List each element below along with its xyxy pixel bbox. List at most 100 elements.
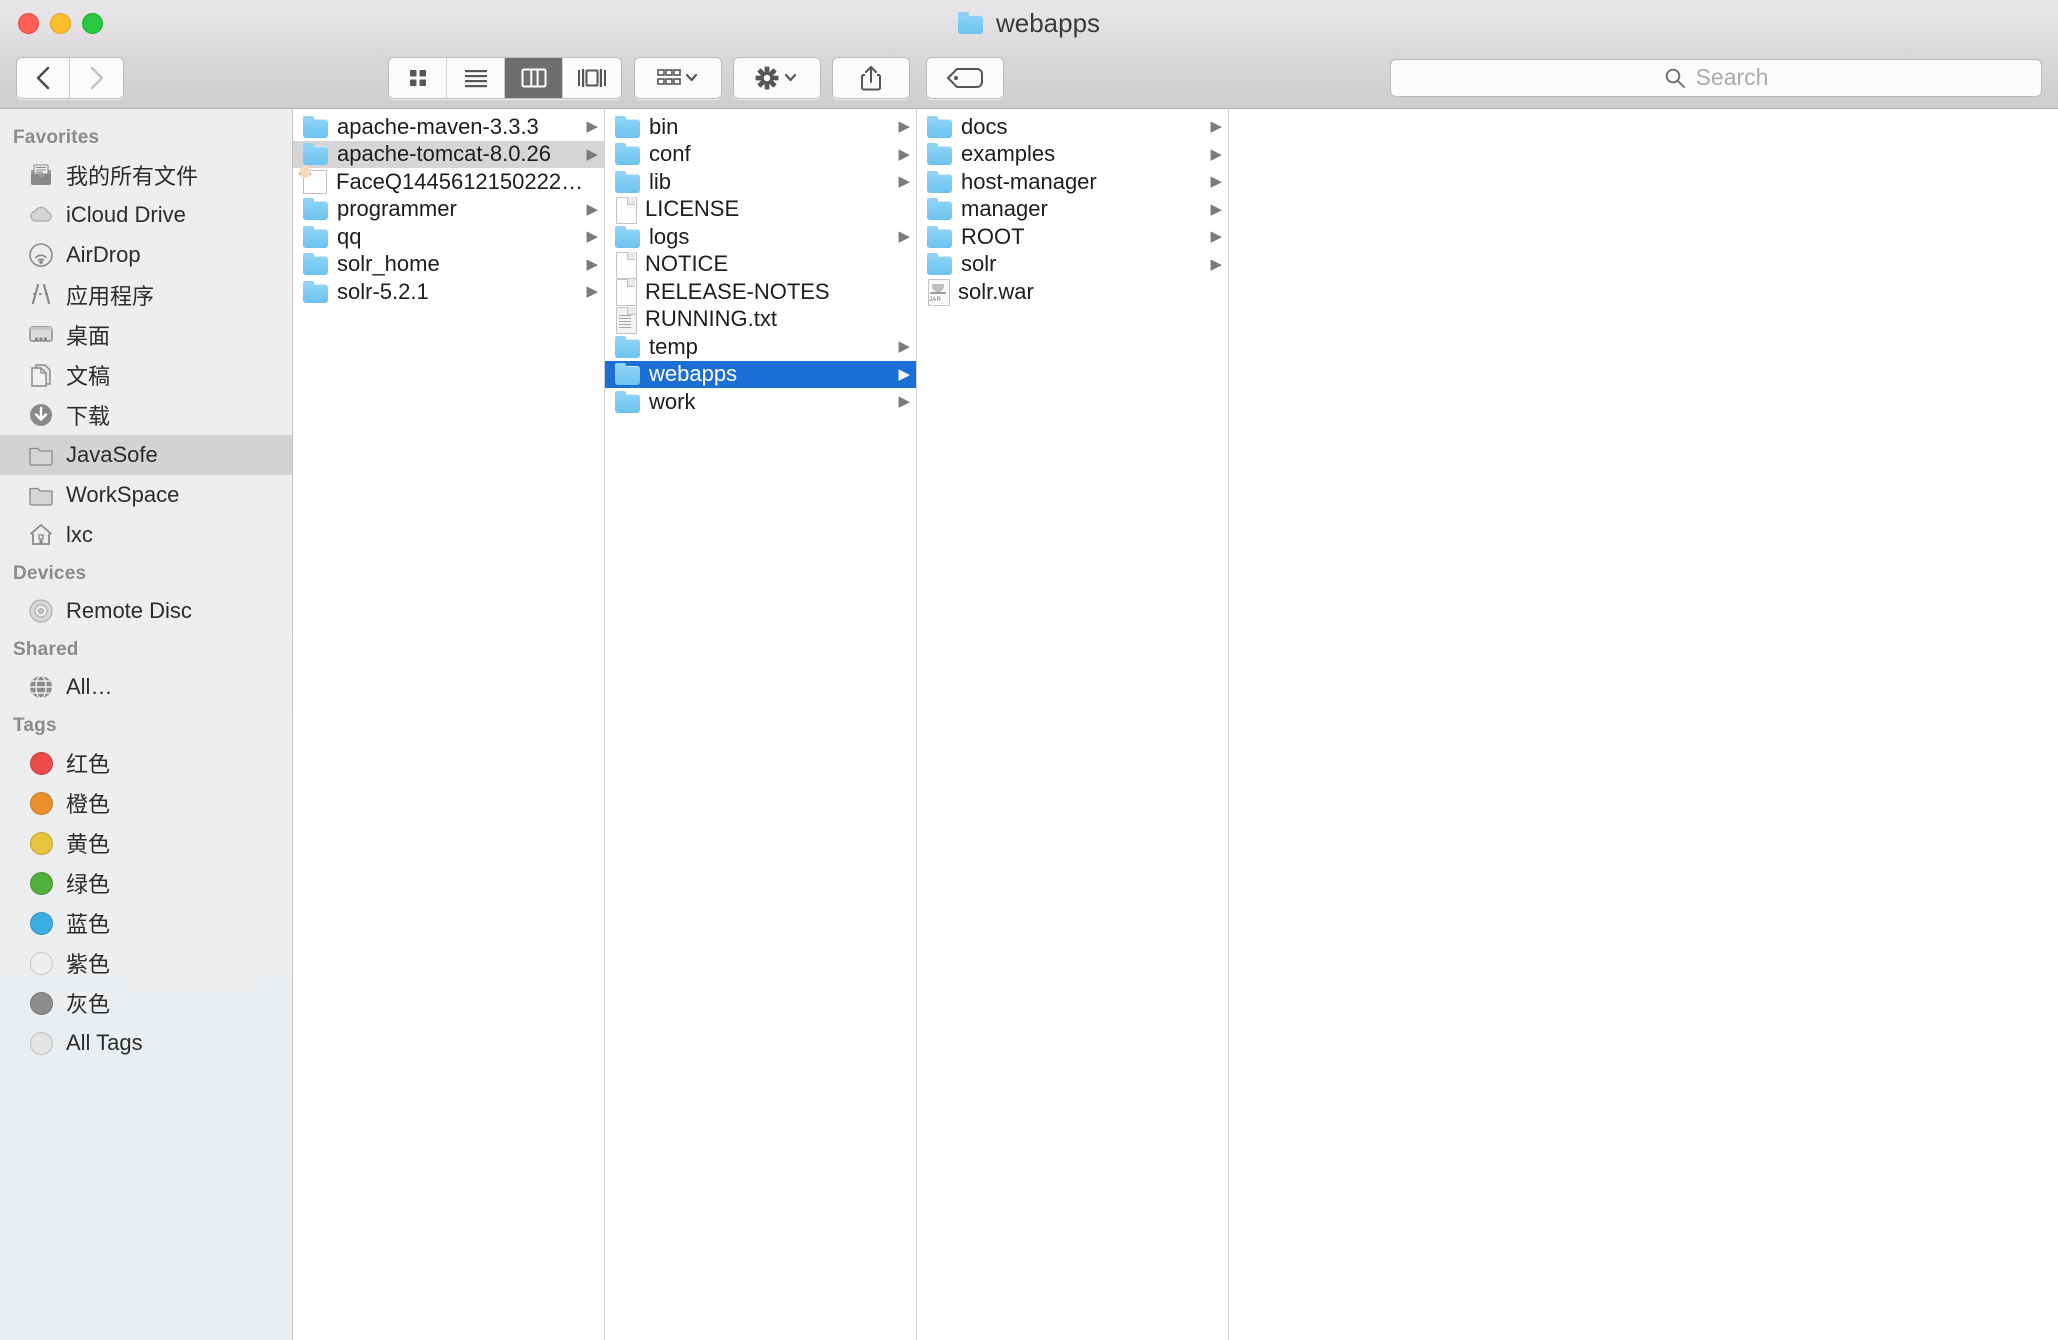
list-view-button[interactable] [447,57,505,98]
file-row[interactable]: FaceQ1445612150222.png [293,165,604,196]
file-row[interactable]: bin ▶ [605,113,916,141]
column-1[interactable]: apache-maven-3.3.3 ▶ apache-tomcat-8.0.26 ▶… [293,109,605,1340]
file-name: manager [961,196,1048,222]
file-row[interactable]: JAR solr.war [917,278,1228,307]
sidebar-item-[interactable]: 下载 [0,395,292,435]
sidebar-section-header: Tags [13,715,57,736]
file-row[interactable]: conf ▶ [605,141,916,169]
tag-button[interactable] [927,57,1003,98]
file-row[interactable]: work ▶ [605,388,916,416]
file-name: work [649,388,696,414]
window-title-group: webapps [0,8,2058,39]
file-row[interactable]: examples ▶ [917,141,1228,169]
file-row[interactable]: manager ▶ [917,196,1228,224]
sidebar-item-all[interactable]: All… [0,667,292,707]
column-3[interactable]: docs ▶ examples ▶ host-manager ▶ manager ▶ ROOT ▶… [917,109,1229,1340]
file-name: lib [649,168,672,194]
sidebar-item-[interactable]: 文稿 [0,355,292,395]
arrange-button-group [634,56,722,99]
file-row[interactable]: logs ▶ [605,223,916,251]
file-row[interactable]: apache-tomcat-8.0.26 ▶ [293,140,604,168]
search-field[interactable]: Search [1390,58,2042,97]
desktop-icon [27,321,55,349]
arrange-button[interactable] [635,57,721,98]
sidebar-item-[interactable]: 紫色 [0,943,292,983]
sidebar-item-label: WorkSpace [66,482,180,507]
column-2[interactable]: bin ▶ conf ▶ lib ▶ LICENSE logs ▶ NOTICE RELEASE-N… [605,109,917,1340]
share-button-group [832,56,910,99]
disclosure-arrow-icon: ▶ [898,338,910,356]
sidebar-item-javasofe[interactable]: JavaSofe [0,435,292,475]
file-row[interactable]: ROOT ▶ [917,223,1228,251]
column-browser: apache-maven-3.3.3 ▶ apache-tomcat-8.0.26 ▶… [293,109,2058,1340]
disc-icon [27,597,55,625]
sidebar-item-workspace[interactable]: WorkSpace [0,475,292,515]
sidebar-item-icloud-drive[interactable]: iCloud Drive [0,195,292,235]
sidebar-item-[interactable]: 橙色 [0,783,292,823]
folder-icon [927,115,952,138]
file-row[interactable]: RELEASE-NOTES [605,278,916,307]
tag-dot [27,869,55,897]
document-icon [615,251,637,279]
sidebar-item-[interactable]: 我的所有文件 [0,155,292,195]
back-button[interactable] [17,57,70,98]
coverflow-view-button[interactable] [563,57,621,98]
file-row[interactable]: solr_home ▶ [293,251,604,279]
file-name: webapps [649,361,738,387]
sidebar-item-all-tags[interactable]: All Tags [0,1023,292,1063]
file-name: RELEASE-NOTES [645,278,830,304]
all-my-files-icon [27,161,55,189]
disclosure-arrow-icon: ▶ [898,228,910,246]
file-row[interactable]: host-manager ▶ [917,168,1228,196]
file-row[interactable]: temp ▶ [605,333,916,361]
sidebar-item-[interactable]: 灰色 [0,983,292,1023]
tag-button-group [926,56,1004,99]
folder-icon [615,115,640,138]
file-row[interactable]: RUNNING.txt [605,306,916,334]
sidebar-item-label: 蓝色 [66,912,111,937]
file-row[interactable]: apache-maven-3.3.3 ▶ [293,113,604,141]
disclosure-arrow-icon: ▶ [898,393,910,411]
sidebar-item-label: AirDrop [66,242,141,267]
file-row[interactable]: solr-5.2.1 ▶ [293,278,604,306]
folder-icon [927,225,952,248]
folder-icon [957,12,986,35]
file-row[interactable]: lib ▶ [605,168,916,196]
tag-color-dot [29,831,53,855]
file-row[interactable]: webapps ▶ [605,360,916,388]
icon-view-button[interactable] [389,57,447,98]
sidebar-item-label: 我的所有文件 [66,164,199,189]
share-button[interactable] [833,57,909,98]
file-row[interactable]: programmer ▶ [293,196,604,224]
file-row[interactable]: LICENSE [605,196,916,224]
sidebar-item-[interactable]: 桌面 [0,315,292,355]
column-4-empty[interactable] [1229,109,2058,1340]
forward-button[interactable] [70,57,123,98]
sidebar-item-lxc[interactable]: lxc [0,515,292,555]
folder-icon [615,225,640,248]
sidebar-item-remote-disc[interactable]: Remote Disc [0,591,292,631]
file-row[interactable]: qq ▶ [293,223,604,251]
folder-icon [303,225,328,248]
folder-icon [303,198,328,221]
file-row[interactable]: solr ▶ [917,251,1228,279]
sidebar-item-[interactable]: 绿色 [0,863,292,903]
folder-icon [927,170,952,193]
file-row[interactable]: NOTICE [605,251,916,279]
action-button[interactable] [734,57,820,98]
folder-icon [615,335,640,358]
applications-icon [27,281,55,309]
column-view-button[interactable] [505,57,563,98]
sidebar-item-[interactable]: 黄色 [0,823,292,863]
sidebar-item-[interactable]: 蓝色 [0,903,292,943]
text-document-icon [615,306,637,334]
sidebar-item-[interactable]: 应用程序 [0,275,292,315]
sidebar-item-[interactable]: 红色 [0,743,292,783]
sidebar-item-airdrop[interactable]: AirDrop [0,235,292,275]
folder-icon [27,481,55,509]
sidebar-section-header: Shared [13,639,79,660]
file-row[interactable]: docs ▶ [917,113,1228,141]
sidebar-item-label: 橙色 [66,792,111,817]
tag-dot [27,829,55,857]
documents-icon [27,361,55,389]
